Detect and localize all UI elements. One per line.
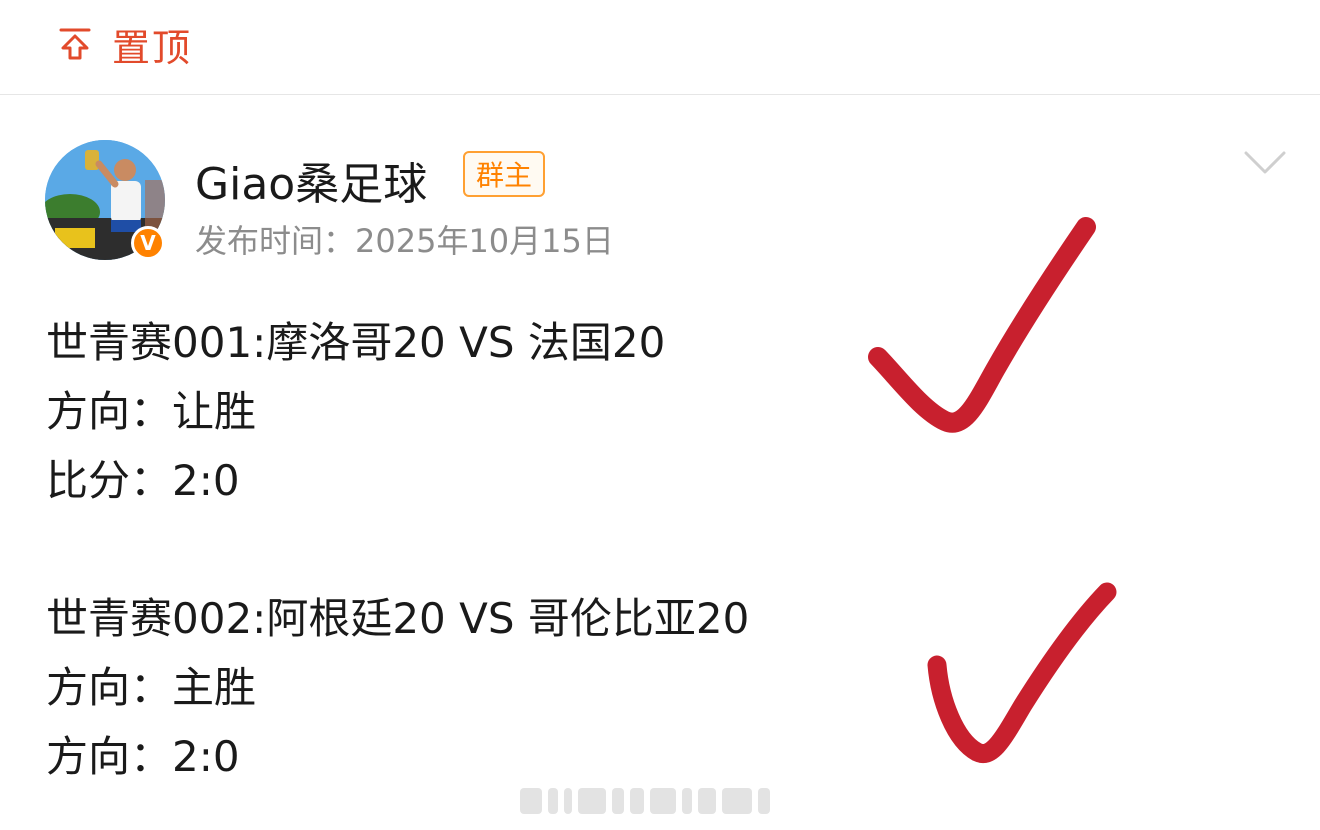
role-badge: 群主	[463, 151, 545, 197]
author-name[interactable]: Giao桑足球	[195, 148, 427, 212]
avatar[interactable]: V	[45, 140, 167, 262]
match-title: 世青赛001:摩洛哥20 VS 法国20	[46, 318, 666, 367]
watermark	[520, 786, 800, 816]
post-date: 发布时间：2025年10月15日	[195, 222, 614, 260]
match-title: 世青赛002:阿根廷20 VS 哥伦比亚20	[46, 594, 750, 643]
match-block-2: 世青赛002:阿根廷20 VS 哥伦比亚20 方向：主胜 方向：2:0	[46, 584, 749, 791]
pin-label: 置顶	[112, 25, 193, 70]
red-check-icon	[868, 217, 1096, 433]
match-direction: 方向：主胜	[46, 663, 257, 712]
match-block-1: 世青赛001:摩洛哥20 VS 法国20 方向：让胜 比分：2:0	[46, 308, 665, 515]
verified-badge-icon: V	[131, 226, 165, 260]
match-direction: 方向：让胜	[46, 387, 257, 436]
chevron-down-icon[interactable]	[1244, 150, 1286, 176]
post-page: 置顶 V Giao桑足球 群主 发布时间：2025年10月15日 世青赛001:…	[0, 0, 1320, 830]
match-score: 比分：2:0	[46, 456, 240, 505]
pinned-bar[interactable]: 置顶	[0, 0, 1320, 95]
red-check-icon	[927, 582, 1117, 763]
match-score: 方向：2:0	[46, 732, 240, 781]
pin-top-icon	[59, 28, 91, 60]
